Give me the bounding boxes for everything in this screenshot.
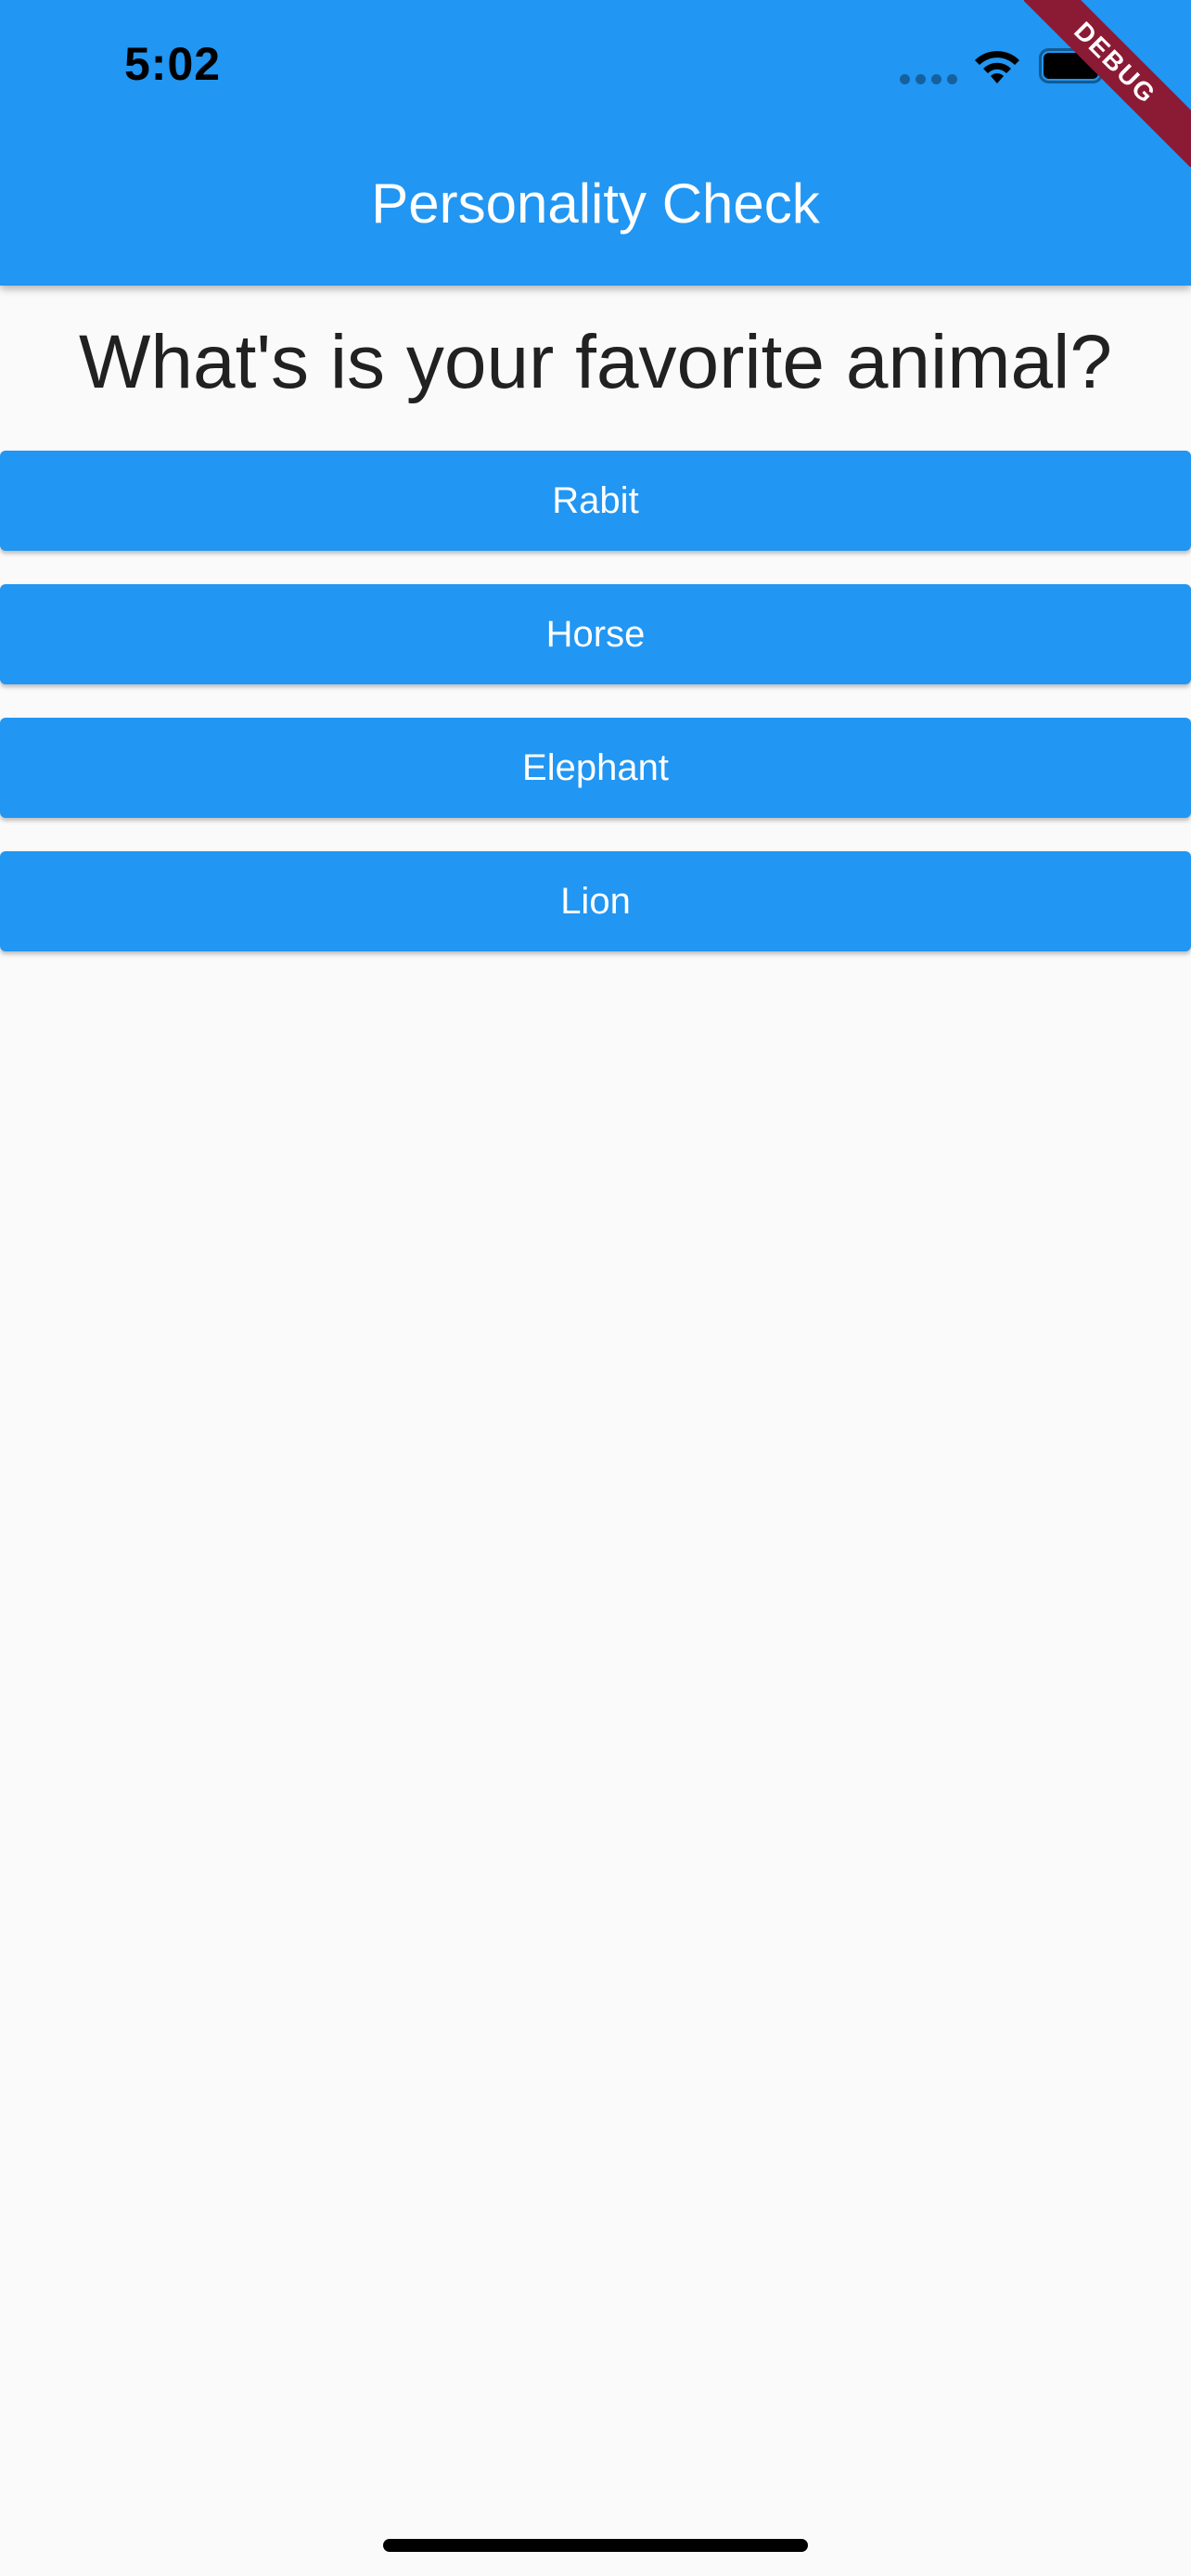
app-bar: 5:02 Personality Check — [0, 0, 1191, 286]
status-bar: 5:02 — [0, 0, 1191, 139]
answer-button-rabit[interactable]: Rabit — [0, 451, 1191, 551]
answer-button-elephant[interactable]: Elephant — [0, 718, 1191, 818]
debug-banner: DEBUG — [1024, 0, 1191, 167]
wifi-icon — [975, 51, 1019, 83]
page-title: Personality Check — [371, 172, 820, 235]
signal-icon — [900, 74, 957, 85]
question-text: What's is your favorite animal? — [79, 320, 1112, 404]
quiz-content: What's is your favorite animal? Rabit Ho… — [0, 286, 1191, 985]
answer-button-lion[interactable]: Lion — [0, 851, 1191, 951]
status-time: 5:02 — [124, 38, 222, 90]
app-screen: 5:02 Personality Check DEBUG What's is y… — [0, 0, 1191, 2576]
answer-button-horse[interactable]: Horse — [0, 584, 1191, 684]
debug-banner-label: DEBUG — [1024, 0, 1191, 167]
home-indicator[interactable] — [383, 2539, 808, 2552]
